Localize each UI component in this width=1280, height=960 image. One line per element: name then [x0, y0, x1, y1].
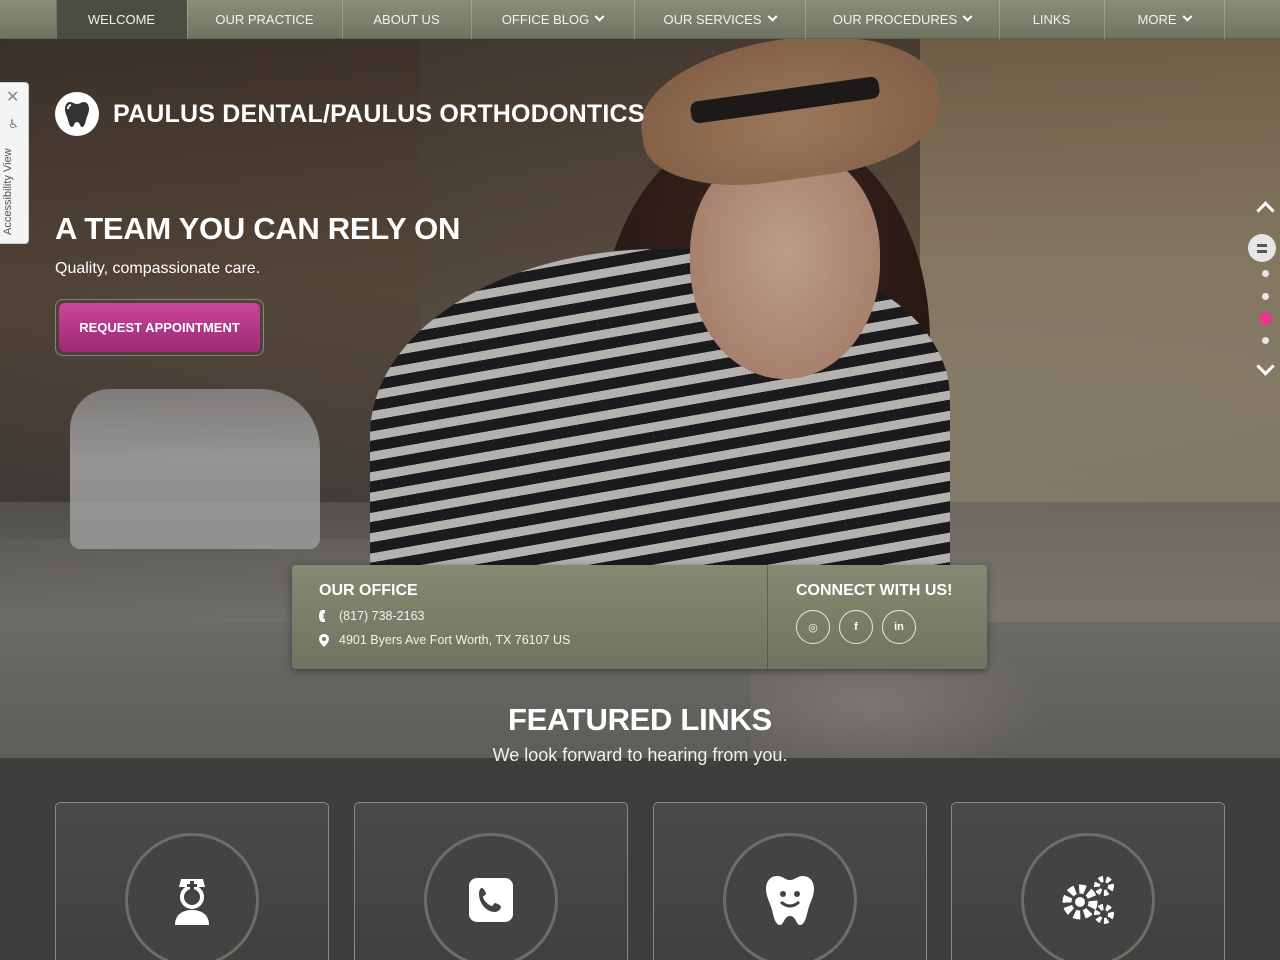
- facebook-glyph: f: [854, 621, 858, 633]
- office-address-text: 4901 Byers Ave Fort Worth, TX 76107 US: [339, 633, 571, 647]
- accessibility-tab[interactable]: ✕ ♿ Accessibility View: [0, 82, 29, 244]
- nav-our-procedures[interactable]: OUR PROCEDURES: [804, 0, 999, 39]
- featured-card[interactable]: [951, 802, 1225, 960]
- office-info: OUR OFFICE (817) 738-2163 4901 Byers Ave…: [292, 565, 768, 669]
- nav-our-practice-label: OUR PRACTICE: [215, 12, 314, 27]
- hero-slider: PAULUS DENTAL/PAULUS ORTHODONTICS A TEAM…: [0, 39, 1280, 622]
- nav-office-blog[interactable]: OFFICE BLOG: [470, 0, 634, 39]
- office-phone-number: (817) 738-2163: [339, 609, 425, 623]
- nav-our-services-label: OUR SERVICES: [663, 12, 762, 27]
- chevron-down-icon: [767, 11, 777, 22]
- nav-our-services[interactable]: OUR SERVICES: [633, 0, 805, 39]
- chevron-down-icon: [1182, 11, 1192, 22]
- office-card: OUR OFFICE (817) 738-2163 4901 Byers Ave…: [292, 565, 987, 669]
- linkedin-glyph: in: [894, 621, 904, 633]
- nav-welcome-label: WELCOME: [87, 12, 156, 27]
- slide-dot[interactable]: [1262, 337, 1269, 344]
- slide-down-arrow-icon[interactable]: [1255, 357, 1275, 380]
- map-marker-icon: [319, 633, 329, 647]
- office-phone[interactable]: (817) 738-2163: [319, 609, 424, 623]
- hero-subtitle: Quality, compassionate care.: [55, 260, 261, 277]
- slide-dot[interactable]: [1262, 293, 1269, 300]
- linkedin-icon[interactable]: in: [882, 610, 916, 644]
- featured-subtitle: We look forward to hearing from you.: [492, 745, 788, 765]
- request-appointment-button[interactable]: REQUEST APPOINTMENT: [55, 299, 264, 356]
- featured-card[interactable]: [354, 802, 628, 960]
- tooth-icon: [55, 92, 99, 136]
- instagram-icon[interactable]: ◎: [796, 610, 830, 644]
- featured-title: FEATURED LINKS: [508, 702, 772, 737]
- phone-icon: [424, 833, 558, 960]
- nurse-icon: [125, 833, 259, 960]
- nav-welcome[interactable]: WELCOME: [55, 0, 187, 39]
- office-address[interactable]: 4901 Byers Ave Fort Worth, TX 76107 US: [319, 633, 570, 647]
- gears-icon: [1021, 833, 1155, 960]
- nav-more-label: MORE: [1137, 12, 1177, 27]
- facebook-icon[interactable]: f: [839, 610, 873, 644]
- close-icon[interactable]: ✕: [6, 87, 19, 107]
- chevron-down-icon: [962, 11, 973, 22]
- featured-card[interactable]: [653, 802, 927, 960]
- nav-more[interactable]: MORE: [1103, 0, 1225, 39]
- nav-about-us-label: ABOUT US: [373, 12, 440, 27]
- accessibility-view-label: Accessibility View: [2, 148, 14, 236]
- hero-title: A TEAM YOU CAN RELY ON: [55, 211, 461, 246]
- featured-card[interactable]: [55, 802, 329, 960]
- brand[interactable]: PAULUS DENTAL/PAULUS ORTHODONTICS: [55, 92, 645, 136]
- nav-about-us[interactable]: ABOUT US: [341, 0, 471, 39]
- connect-heading: CONNECT WITH US!: [796, 582, 953, 599]
- phone-icon: [319, 610, 325, 622]
- nav-links-label: LINKS: [1032, 12, 1071, 27]
- office-heading: OUR OFFICE: [319, 582, 418, 599]
- instagram-glyph: ◎: [808, 621, 818, 634]
- slide-dot-active[interactable]: [1259, 312, 1272, 325]
- pause-icon[interactable]: [1248, 234, 1276, 262]
- tooth-icon: [723, 833, 857, 960]
- accessibility-icon: ♿: [8, 117, 19, 131]
- brand-name: PAULUS DENTAL/PAULUS ORTHODONTICS: [113, 99, 645, 128]
- slide-up-arrow-icon[interactable]: [1255, 198, 1275, 220]
- chevron-down-icon: [594, 11, 605, 22]
- main-nav: WELCOME OUR PRACTICE ABOUT US OFFICE BLO…: [0, 0, 1280, 39]
- nav-office-blog-label: OFFICE BLOG: [501, 12, 590, 27]
- slide-dot[interactable]: [1262, 270, 1269, 277]
- nav-links[interactable]: LINKS: [998, 0, 1104, 39]
- request-appointment-label: REQUEST APPOINTMENT: [59, 303, 260, 352]
- nav-our-practice[interactable]: OUR PRACTICE: [186, 0, 342, 39]
- nav-our-procedures-label: OUR PROCEDURES: [832, 12, 958, 27]
